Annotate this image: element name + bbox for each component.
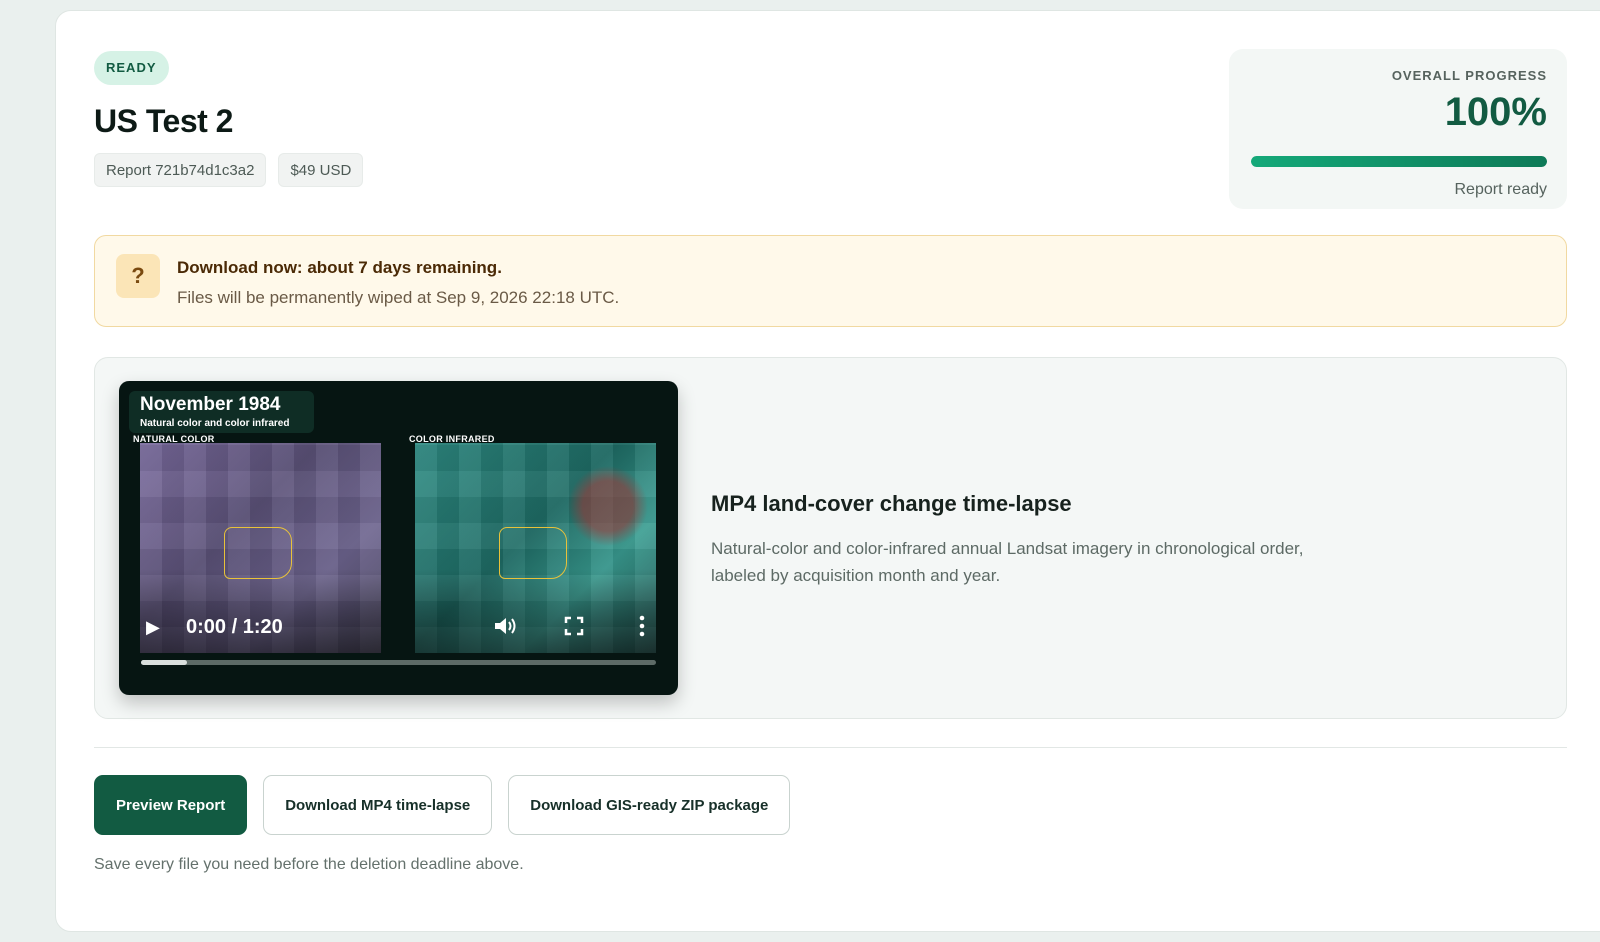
price-chip: $49 USD (278, 153, 364, 187)
report-id-chip: Report 721b74d1c3a2 (94, 153, 267, 187)
video-subtitle: Natural color and color infrared (140, 418, 290, 429)
progress-status: Report ready (1454, 181, 1548, 198)
video-time: 0:00 / 1:20 (186, 616, 283, 638)
download-mp4-button[interactable]: Download MP4 time-lapse (263, 775, 493, 835)
notice-title: Download now: about 7 days remaining. (177, 258, 502, 277)
progress-bar (1251, 156, 1547, 167)
video-player[interactable]: November 1984 Natural color and color in… (119, 381, 678, 695)
more-options-icon[interactable] (639, 615, 645, 642)
fullscreen-icon-svg (564, 616, 584, 636)
progress-value: 100% (1444, 90, 1547, 134)
notice-text: Files will be permanently wiped at Sep 9… (177, 288, 620, 307)
deletion-notice: ? Download now: about 7 days remaining. … (94, 235, 1567, 327)
download-zip-button[interactable]: Download GIS-ready ZIP package (508, 775, 791, 835)
section-divider (94, 747, 1567, 748)
media-description: Natural-color and color-infrared annual … (711, 539, 1304, 585)
footnote: Save every file you need before the dele… (94, 856, 524, 873)
question-icon: ? (116, 254, 160, 298)
play-icon[interactable]: ▶ (146, 617, 160, 638)
report-meta-chips: Report 721b74d1c3a2 $49 USD (94, 153, 364, 187)
overall-progress-panel: OVERALL PROGRESS 100% Report ready (1229, 49, 1567, 209)
video-month-label: November 1984 (140, 394, 281, 415)
volume-icon-svg (495, 618, 516, 634)
video-caption: November 1984 Natural color and color in… (129, 391, 314, 433)
video-seek-progress (141, 660, 188, 665)
fullscreen-icon[interactable] (564, 616, 584, 641)
volume-icon[interactable] (492, 614, 518, 643)
action-buttons: Preview Report Download MP4 time-lapse D… (94, 775, 791, 835)
media-section: November 1984 Natural color and color in… (94, 357, 1567, 719)
area-of-interest-outline (224, 527, 292, 579)
more-options-icon-svg (639, 615, 645, 637)
area-of-interest-outline (499, 527, 567, 579)
preview-report-button[interactable]: Preview Report (94, 775, 248, 835)
video-seek-bar[interactable] (141, 660, 656, 665)
status-badge: READY (94, 51, 169, 85)
page-title: US Test 2 (94, 103, 233, 139)
report-card: READY US Test 2 Report 721b74d1c3a2 $49 … (55, 10, 1600, 932)
progress-bar-fill (1251, 156, 1547, 167)
video-controls: ▶ 0:00 / 1:20 (119, 607, 678, 647)
progress-label: OVERALL PROGRESS (1391, 68, 1547, 83)
media-title: MP4 land-cover change time-lapse (711, 491, 1072, 516)
